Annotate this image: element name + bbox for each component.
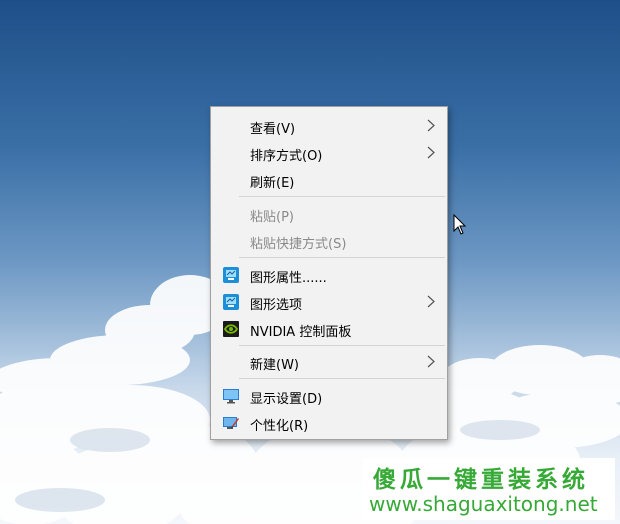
menu-separator [239, 257, 445, 258]
menu-item-display-settings[interactable]: 显示设置(D) [211, 383, 447, 409]
menu-item-paste-label: 粘贴(P) [250, 210, 294, 225]
desktop-background[interactable]: 查看(V) 排序方式(O) 刷新(E) 粘贴(P) 粘贴快捷方式(S) 图形属性… [0, 0, 620, 524]
intel-graphics-icon [223, 294, 239, 310]
menu-item-graphics-options[interactable]: 图形选项 [211, 289, 447, 315]
menu-item-refresh-label: 刷新(E) [250, 176, 295, 191]
menu-item-paste-shortcut-label: 粘贴快捷方式(S) [250, 237, 347, 252]
menu-item-view[interactable]: 查看(V) [211, 113, 447, 139]
menu-item-refresh[interactable]: 刷新(E) [211, 167, 447, 193]
monitor-icon [223, 389, 239, 404]
menu-item-view-label: 查看(V) [250, 122, 296, 137]
chevron-right-icon [427, 355, 435, 368]
watermark-url: www.shaguaxitong.net [369, 492, 598, 516]
menu-item-sort-label: 排序方式(O) [250, 149, 323, 164]
chevron-right-icon [427, 295, 435, 308]
menu-item-paste-shortcut: 粘贴快捷方式(S) [211, 228, 447, 254]
watermark-title: 傻瓜一键重装系统 [373, 467, 589, 493]
menu-separator [239, 196, 445, 197]
watermark: 傻瓜一键重装系统 www.shaguaxitong.net [363, 458, 615, 520]
personalize-icon [223, 417, 239, 429]
mouse-cursor-icon [453, 214, 467, 235]
chevron-right-icon [427, 146, 435, 159]
menu-item-display-settings-label: 显示设置(D) [250, 392, 323, 407]
menu-item-new-label: 新建(W) [250, 358, 299, 373]
menu-item-nvidia[interactable]: NVIDIA 控制面板 [211, 316, 447, 342]
menu-item-personalize-label: 个性化(R) [250, 419, 309, 434]
menu-item-nvidia-label: NVIDIA 控制面板 [250, 325, 352, 340]
chevron-right-icon [427, 119, 435, 132]
menu-item-new[interactable]: 新建(W) [211, 349, 447, 375]
menu-item-graphics-properties-label: 图形属性...... [250, 271, 327, 286]
menu-separator [239, 378, 445, 379]
intel-graphics-icon [223, 267, 239, 283]
menu-item-paste: 粘贴(P) [211, 201, 447, 227]
menu-item-personalize[interactable]: 个性化(R) [211, 410, 447, 436]
menu-separator [239, 345, 445, 346]
menu-item-graphics-properties[interactable]: 图形属性...... [211, 262, 447, 288]
nvidia-icon [223, 321, 239, 337]
context-menu: 查看(V) 排序方式(O) 刷新(E) 粘贴(P) 粘贴快捷方式(S) 图形属性… [210, 106, 448, 440]
menu-item-graphics-options-label: 图形选项 [250, 298, 303, 313]
menu-item-sort[interactable]: 排序方式(O) [211, 140, 447, 166]
